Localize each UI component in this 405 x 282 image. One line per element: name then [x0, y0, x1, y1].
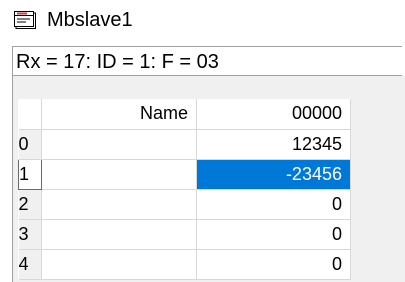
name-cell[interactable] — [41, 249, 197, 280]
name-cell[interactable] — [41, 159, 197, 190]
status-line: Rx = 17: ID = 1: F = 03 — [12, 46, 402, 76]
table-row: 0 12345 — [18, 129, 351, 160]
document-window-icon — [14, 11, 36, 29]
table-row: 1 -23456 — [18, 158, 351, 190]
corner-cell[interactable] — [18, 99, 42, 130]
column-header-address[interactable]: 00000 — [196, 99, 351, 130]
column-header-name[interactable]: Name — [41, 99, 197, 130]
name-cell[interactable] — [41, 189, 197, 220]
row-header[interactable]: 1 — [18, 158, 42, 190]
name-cell[interactable] — [41, 129, 197, 160]
row-header[interactable]: 3 — [18, 219, 42, 250]
value-cell[interactable]: 0 — [196, 219, 351, 250]
header-row: Name 00000 — [18, 99, 351, 130]
register-grid[interactable]: Name 00000 0 12345 1 -23456 2 0 3 0 4 0 — [18, 99, 351, 280]
value-cell[interactable]: 12345 — [196, 129, 351, 160]
title-bar: Mbslave1 — [0, 0, 405, 40]
table-row: 3 0 — [18, 219, 351, 250]
window-title: Mbslave1 — [47, 9, 133, 31]
row-header[interactable]: 4 — [18, 249, 42, 280]
table-row: 2 0 — [18, 189, 351, 220]
value-cell[interactable]: 0 — [196, 249, 351, 280]
name-cell[interactable] — [41, 219, 197, 250]
table-row: 4 0 — [18, 249, 351, 280]
row-header[interactable]: 0 — [18, 129, 42, 160]
row-header[interactable]: 2 — [18, 189, 42, 220]
value-cell[interactable]: 0 — [196, 189, 351, 220]
value-cell-selected[interactable]: -23456 — [196, 159, 351, 190]
